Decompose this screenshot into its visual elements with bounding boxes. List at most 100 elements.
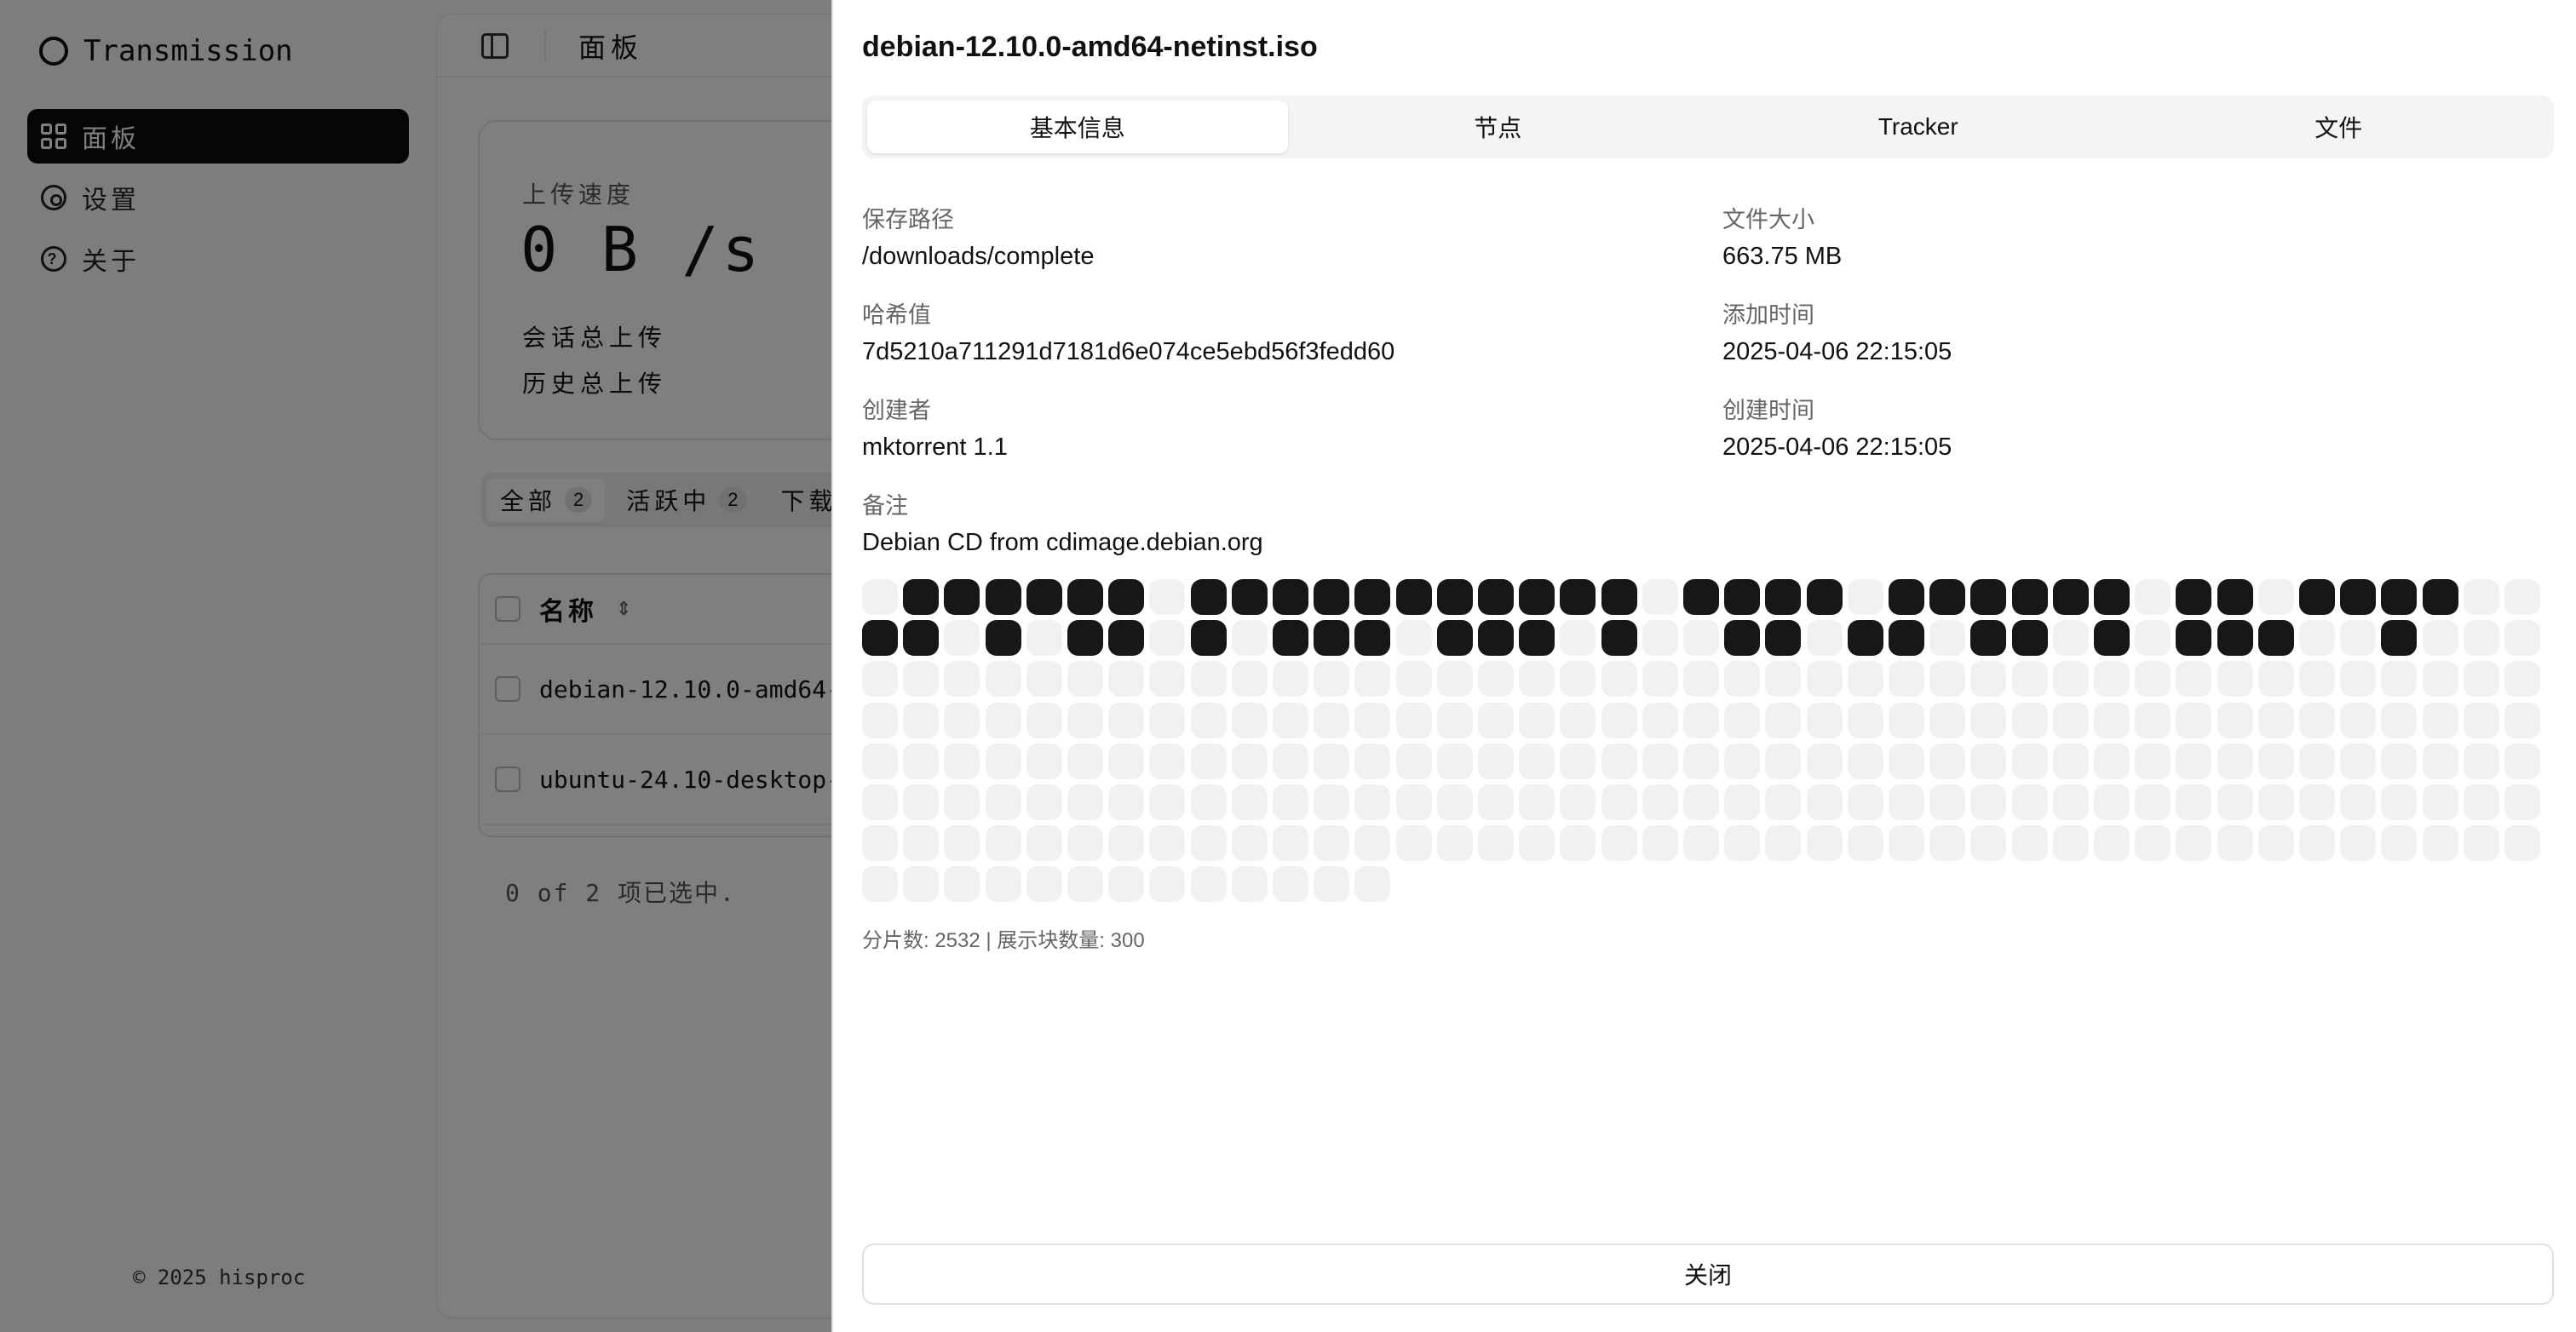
field-value: 663.75 MB <box>1722 243 1843 270</box>
piece-block <box>1026 661 1062 697</box>
added-time-field: 添加时间 2025-04-06 22:15:05 <box>1722 296 1952 366</box>
piece-block <box>1848 620 1883 656</box>
piece-block <box>1026 579 1062 615</box>
piece-block <box>1232 620 1268 656</box>
piece-block <box>2135 579 2171 615</box>
piece-block <box>903 579 939 615</box>
piece-block <box>1683 703 1719 738</box>
piece-block <box>1601 825 1637 861</box>
piece-block <box>2094 784 2130 820</box>
piece-block <box>986 825 1021 861</box>
piece-block <box>1970 825 2006 861</box>
piece-block <box>1560 784 1596 820</box>
field-label: 创建者 <box>862 398 931 423</box>
piece-block <box>1478 579 1514 615</box>
piece-block <box>2464 784 2499 820</box>
piece-block <box>1560 579 1596 615</box>
piece-block <box>1396 703 1432 738</box>
piece-block <box>1314 866 1349 902</box>
piece-block <box>1724 825 1760 861</box>
torrent-detail-drawer: debian-12.10.0-amd64-netinst.iso 基本信息 节点… <box>831 0 2576 1332</box>
piece-block <box>1273 744 1308 779</box>
piece-block <box>1601 703 1637 738</box>
piece-block <box>1314 620 1349 656</box>
piece-block <box>1273 866 1308 902</box>
piece-block <box>1108 703 1144 738</box>
piece-block <box>1067 744 1103 779</box>
piece-block <box>1396 579 1432 615</box>
piece-block <box>986 661 1021 697</box>
piece-block <box>1970 620 2006 656</box>
piece-block <box>1807 784 1843 820</box>
piece-block <box>1396 620 1432 656</box>
piece-block <box>1108 579 1144 615</box>
tab-peers[interactable]: 节点 <box>1288 100 1709 153</box>
piece-block <box>2176 579 2211 615</box>
piece-block <box>1560 661 1596 697</box>
piece-block <box>1149 744 1185 779</box>
piece-block <box>1683 579 1719 615</box>
piece-block <box>1929 661 1965 697</box>
piece-block <box>862 866 898 902</box>
piece-block <box>1560 703 1596 738</box>
piece-block <box>1437 620 1473 656</box>
piece-block <box>2217 620 2253 656</box>
piece-block <box>1026 744 1062 779</box>
piece-block <box>2135 744 2171 779</box>
piece-block <box>2258 620 2294 656</box>
piece-block <box>2053 620 2089 656</box>
piece-block <box>1314 784 1349 820</box>
piece-block <box>1642 620 1678 656</box>
piece-block <box>1067 703 1103 738</box>
piece-block <box>2217 744 2253 779</box>
piece-block <box>2012 825 2048 861</box>
piece-block <box>1765 825 1801 861</box>
piece-block <box>1067 579 1103 615</box>
piece-block <box>1273 579 1308 615</box>
field-label: 添加时间 <box>1722 302 1814 328</box>
pieces-summary: 分片数: 2532 | 展示块数量: 300 <box>862 929 1145 952</box>
piece-block <box>1273 703 1308 738</box>
piece-block <box>1314 661 1349 697</box>
tab-files[interactable]: 文件 <box>2129 100 2550 153</box>
piece-block <box>1354 784 1390 820</box>
piece-block <box>903 661 939 697</box>
piece-block <box>2423 825 2458 861</box>
piece-block <box>1149 579 1185 615</box>
piece-block <box>1314 579 1349 615</box>
piece-block <box>2094 620 2130 656</box>
piece-block <box>2094 825 2130 861</box>
tab-tracker[interactable]: Tracker <box>1708 100 2129 153</box>
piece-block <box>1519 620 1555 656</box>
piece-block <box>2340 620 2376 656</box>
piece-block <box>2423 744 2458 779</box>
piece-block <box>1519 579 1555 615</box>
piece-block <box>862 579 898 615</box>
piece-block <box>986 866 1021 902</box>
tab-basic-info[interactable]: 基本信息 <box>867 100 1288 153</box>
piece-block <box>2381 825 2417 861</box>
piece-block <box>986 703 1021 738</box>
piece-block <box>2381 744 2417 779</box>
piece-block <box>1929 620 1965 656</box>
created-time-field: 创建时间 2025-04-06 22:15:05 <box>1722 392 1952 462</box>
piece-block <box>2176 620 2211 656</box>
piece-block <box>1067 825 1103 861</box>
piece-block <box>1765 784 1801 820</box>
piece-block <box>986 784 1021 820</box>
piece-block <box>1232 744 1268 779</box>
piece-block <box>1478 661 1514 697</box>
modal-overlay[interactable] <box>0 0 831 1332</box>
piece-block <box>2217 661 2253 697</box>
piece-block <box>1191 825 1227 861</box>
piece-block <box>1108 661 1144 697</box>
piece-block <box>944 620 980 656</box>
close-button[interactable]: 关闭 <box>862 1243 2554 1305</box>
piece-block <box>2299 825 2335 861</box>
piece-block <box>1437 744 1473 779</box>
piece-block <box>2381 620 2417 656</box>
piece-block <box>2258 744 2294 779</box>
piece-block <box>1354 661 1390 697</box>
piece-block <box>1354 825 1390 861</box>
piece-block <box>944 703 980 738</box>
